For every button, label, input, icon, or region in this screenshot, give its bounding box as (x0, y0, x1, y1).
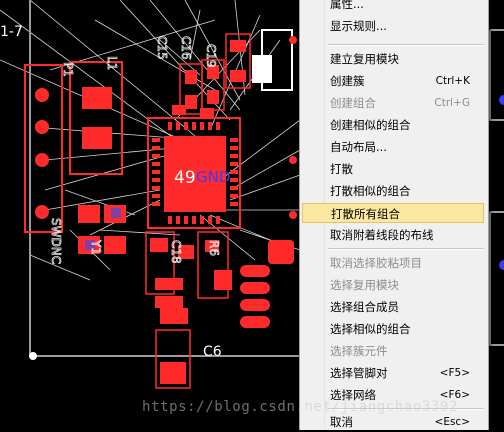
ref-label-p1: P1 (61, 62, 75, 77)
menu-item-label: 建立复用模块 (330, 52, 399, 66)
menu-item-label: 取消附着线段的布线 (330, 228, 434, 242)
menu-item-shortcut: <F5> (439, 367, 470, 379)
ref-label-y1: Y1 (89, 239, 103, 255)
menu-item-select-group-members[interactable]: 选择组合成员 (302, 297, 484, 317)
ref-label-r6: R6 (207, 240, 221, 256)
menu-item-props[interactable]: 属性... (302, 0, 484, 14)
menu-item-select-similar-groups[interactable]: 选择相似的组合 (302, 319, 484, 339)
menu-item-deselect-glued: 取消选择胶粘项目 (302, 253, 484, 273)
menu-item-label: 打散相似的组合 (330, 184, 411, 198)
menu-item-label: 选择复用模块 (330, 278, 399, 292)
menu-item-label: 创建相似的组合 (330, 118, 411, 132)
menu-item-select-cluster-parts: 选择簇元件 (302, 341, 484, 361)
ref-label-c6: C6 (203, 344, 222, 360)
menu-item-label: 属性... (330, 0, 364, 11)
ref-label-top-left: 1-7 (0, 24, 23, 40)
menu-item-label: 打散所有组合 (331, 207, 400, 221)
menu-item-label: 显示规则... (330, 19, 387, 33)
menu-item-label: 选择簇元件 (330, 344, 388, 358)
watermark: https://blog.csdn.net/jiangchao3392 (142, 399, 459, 415)
silk-fill (252, 55, 272, 83)
menu-item-create-cluster[interactable]: 创建簇 Ctrl+K (302, 71, 484, 91)
menu-item-label: 打散 (330, 162, 353, 176)
menu-item-select-reuse: 选择复用模块 (302, 275, 484, 295)
menu-separator (328, 248, 484, 250)
context-menu: 属性... 显示规则... 建立复用模块 创建簇 Ctrl+K 创建组合 Ctrl+G 创建相… (299, 0, 489, 430)
menu-item-build-reuse[interactable]: 建立复用模块 (302, 49, 484, 69)
menu-item-break-all[interactable]: 打散所有组合 (302, 203, 484, 223)
menu-item-show-rules[interactable]: 显示规则... (302, 16, 484, 36)
menu-item-shortcut: Ctrl+G (434, 97, 470, 109)
menu-item-label: 创建簇 (330, 74, 365, 88)
ref-label-c19: C19 (204, 44, 218, 68)
origin-marker (29, 352, 37, 360)
menu-item-create-similar-group[interactable]: 创建相似的组合 (302, 115, 484, 135)
menu-item-label: 选择组合成员 (330, 300, 399, 314)
menu-item-label: 选择管脚对 (330, 366, 388, 380)
menu-item-label: 取消 (330, 415, 353, 429)
ref-label-c18: C18 (169, 240, 183, 264)
chip-net-label: GND (196, 168, 230, 186)
menu-item-break-similar[interactable]: 打散相似的组合 (302, 181, 484, 201)
menu-separator (328, 44, 484, 46)
ref-label-c16: C16 (179, 36, 193, 60)
ref-label-l1: L1 (105, 56, 119, 70)
ref-label-c15: C15 (155, 36, 169, 60)
menu-item-shortcut: <Esc> (434, 416, 470, 428)
menu-item-cancel[interactable]: 取消 <Esc> (302, 412, 484, 432)
menu-item-label: 取消选择胶粘项目 (330, 256, 422, 270)
menu-item-label: 创建组合 (330, 96, 376, 110)
menu-item-break-up[interactable]: 打散 (302, 159, 484, 179)
menu-item-create-group: 创建组合 Ctrl+G (302, 93, 484, 113)
menu-item-label: 自动布局... (330, 140, 387, 154)
menu-item-select-pin-pairs[interactable]: 选择管脚对 <F5> (302, 363, 484, 383)
chip-pin-count: 49 (174, 168, 196, 188)
menu-item-label: 选择相似的组合 (330, 322, 411, 336)
menu-item-unroute-attached[interactable]: 取消附着线段的布线 (302, 225, 484, 245)
menu-item-shortcut: Ctrl+K (435, 75, 470, 87)
ref-label-swdnc: SWDNC (49, 218, 63, 264)
menu-item-auto-place[interactable]: 自动布局... (302, 137, 484, 157)
